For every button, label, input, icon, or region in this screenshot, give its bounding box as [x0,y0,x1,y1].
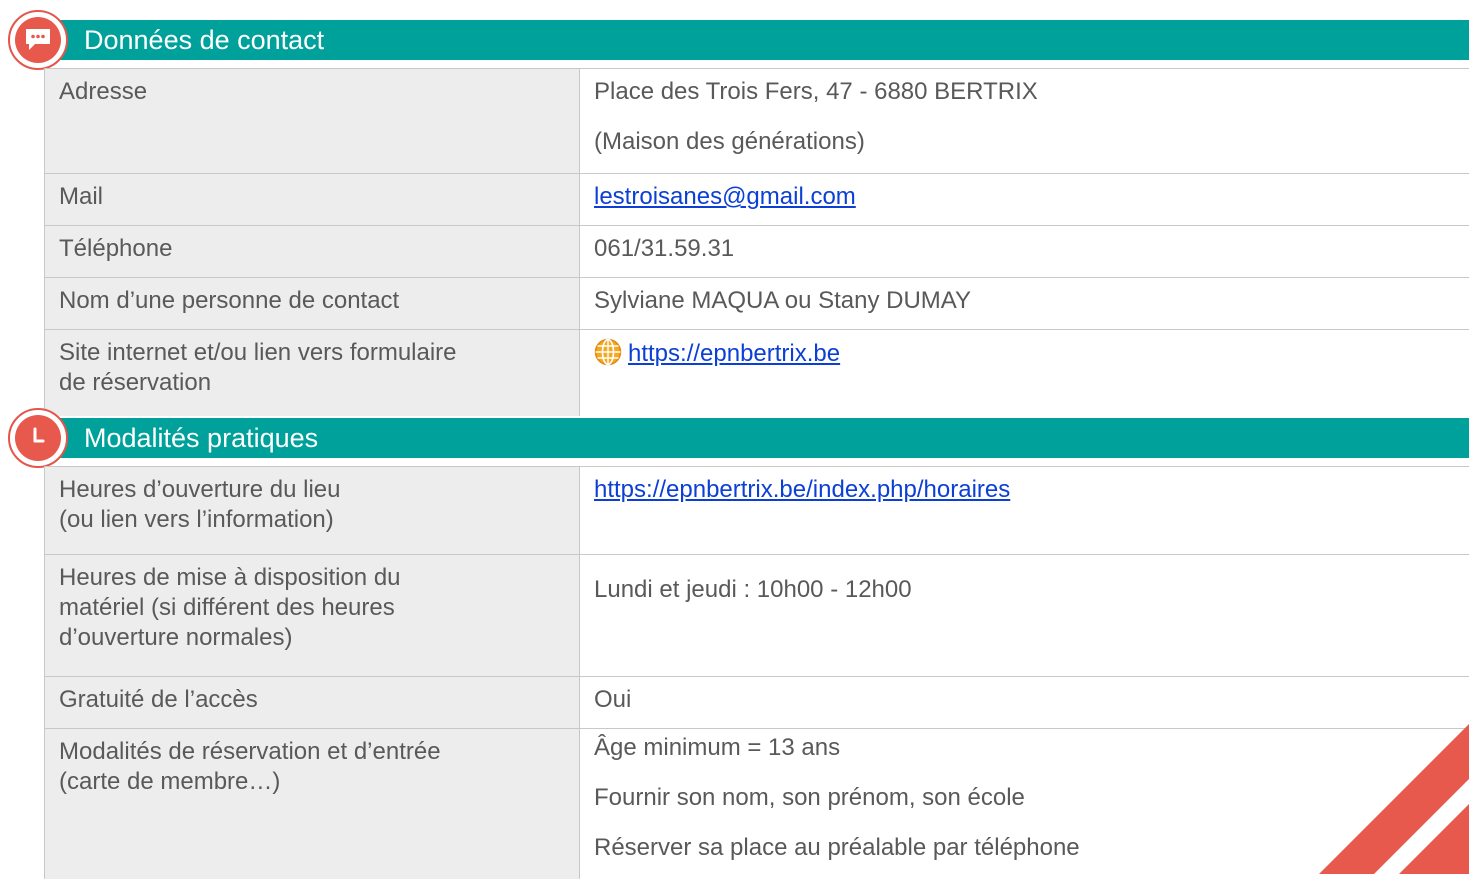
website-link[interactable]: https://epnbertrix.be [628,340,840,367]
row-label: Gratuité de l’accès [45,677,580,729]
chat-bubble-icon [8,10,68,70]
row-label: Mail [45,174,580,226]
practical-table: Heures d’ouverture du lieu (ou lien vers… [44,466,1469,879]
row-label: Nom d’une personne de contact [45,278,580,330]
table-row: Mail lestroisanes@gmail.com [45,174,1469,226]
table-row: Site internet et/ou lien vers formulaire… [45,330,1469,416]
row-label: Heures d’ouverture du lieu (ou lien vers… [45,467,580,555]
clock-icon [8,408,68,468]
contact-table: Adresse Place des Trois Fers, 47 - 6880 … [44,68,1469,416]
row-label: Heures de mise à disposition du matériel… [45,555,580,677]
row-label: Téléphone [45,226,580,278]
free-access-value: Oui [580,677,1469,729]
opening-hours-link[interactable]: https://epnbertrix.be/index.php/horaires [594,476,1010,503]
table-row: Téléphone 061/31.59.31 [45,226,1469,278]
section-title: Données de contact [84,25,324,56]
row-label: Adresse [45,69,580,174]
table-row: Gratuité de l’accès Oui [45,677,1469,729]
equipment-hours-value: Lundi et jeudi : 10h00 - 12h00 [580,555,1469,677]
row-label: Modalités de réservation et d’entrée (ca… [45,729,580,879]
diagonal-stripes-decoration [1279,724,1469,874]
phone-value: 061/31.59.31 [580,226,1469,278]
address-value: Place des Trois Fers, 47 - 6880 BERTRIX … [580,69,1469,174]
globe-icon [594,338,622,374]
section-title: Modalités pratiques [84,423,318,454]
table-row: Heures de mise à disposition du matériel… [45,555,1469,677]
section-header-practical: Modalités pratiques [44,418,1469,458]
row-label: Site internet et/ou lien vers formulaire… [45,330,580,416]
contact-person-value: Sylviane MAQUA ou Stany DUMAY [580,278,1469,330]
table-row: Heures d’ouverture du lieu (ou lien vers… [45,467,1469,555]
table-row: Adresse Place des Trois Fers, 47 - 6880 … [45,69,1469,174]
table-row: Modalités de réservation et d’entrée (ca… [45,729,1469,879]
section-header-contact: Données de contact [44,20,1469,60]
email-link[interactable]: lestroisanes@gmail.com [594,183,856,210]
table-row: Nom d’une personne de contact Sylviane M… [45,278,1469,330]
